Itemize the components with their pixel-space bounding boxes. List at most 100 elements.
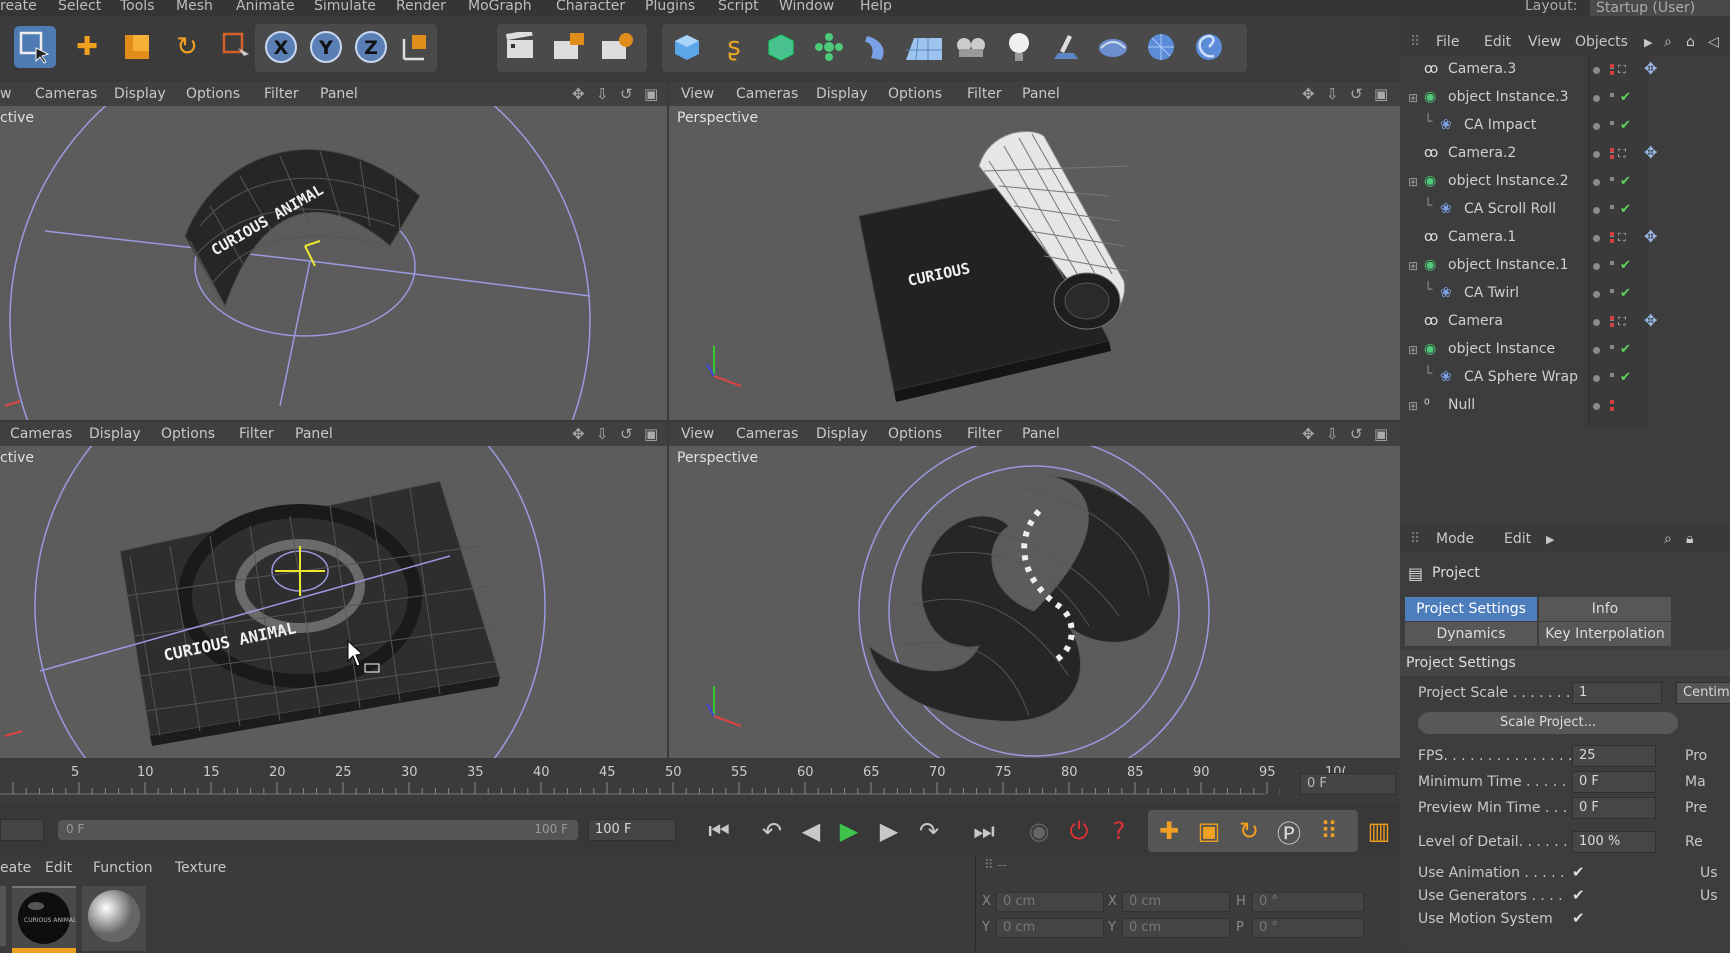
object-name[interactable]: Camera.1 [1448,229,1516,245]
render-flag-icon[interactable] [1610,93,1614,97]
object-name[interactable]: object Instance.2 [1448,173,1569,189]
help-icon[interactable]: ? [1100,812,1138,850]
viewport-menu-panel[interactable]: Panel [1022,86,1060,102]
menu-window[interactable]: Window [779,0,834,14]
object-row[interactable]: ⊞ ⁰ Null [1400,392,1730,420]
viewport-menu-options[interactable]: Options [186,86,240,102]
render-flag-icon[interactable] [1610,373,1614,377]
home-icon[interactable]: ⌂ [1686,34,1695,50]
timeline-ruler[interactable]: 510152025303540455055606570758085909510(… [0,760,1400,804]
pan-view-icon[interactable]: ✥ [1302,425,1315,443]
object-row[interactable]: ꝏ Camera.2 ⛶ ✥ [1400,140,1730,168]
object-name[interactable]: CA Scroll Roll [1464,201,1556,217]
render-picture-viewer-icon[interactable] [548,26,590,68]
viewport-menu-options[interactable]: Options [888,86,942,102]
previous-keyframe-icon[interactable]: ↶ [753,812,791,850]
attr-field-value[interactable]: 25 [1572,745,1656,767]
visibility-dot-icon[interactable] [1593,347,1600,354]
render-flag-off-icon[interactable] [1610,323,1614,327]
key-point-level-icon[interactable]: ⠿ [1310,812,1348,850]
viewport-menu-filter[interactable]: Filter [264,86,299,102]
paint-brush-icon[interactable] [1045,26,1087,68]
render-flag-icon[interactable] [1610,345,1614,349]
object-name[interactable]: Null [1448,397,1475,413]
y-size-field[interactable]: 0 cm [1122,918,1230,938]
render-flag-icon[interactable] [1610,177,1614,181]
menu-select[interactable]: Select [58,0,101,14]
p-rotation-field[interactable]: 0 ° [1252,918,1364,938]
zoom-view-icon[interactable]: ⇩ [1326,425,1339,443]
visibility-dot-icon[interactable] [1593,403,1600,410]
render-flag-icon[interactable] [1610,261,1614,265]
render-flag-off-icon[interactable] [1610,407,1614,411]
current-frame-field[interactable]: 0 F [1300,773,1396,795]
material-swatch-black[interactable]: CURIOUS ANIMAL [12,886,77,953]
render-flag-off-icon[interactable] [1610,239,1614,243]
key-parameter-icon[interactable]: Ⓟ [1270,812,1308,850]
expand-toggle-icon[interactable]: ⊞ [1408,259,1418,273]
visibility-dot-icon[interactable] [1593,151,1600,158]
maximize-view-icon[interactable]: ▣ [1374,425,1388,443]
viewport-menu-view[interactable]: View [681,86,714,102]
viewport-menu-display[interactable]: Display [89,426,141,442]
viewport-menu-filter[interactable]: Filter [239,426,274,442]
object-name[interactable]: Camera [1448,313,1503,329]
select-tool-icon[interactable] [14,26,56,68]
object-name[interactable]: Camera.3 [1448,61,1516,77]
key-scale-icon[interactable]: ▣ [1190,812,1228,850]
viewport-menu-options[interactable]: Options [161,426,215,442]
visibility-dot-icon[interactable] [1593,179,1600,186]
object-row[interactable]: ꝏ Camera.3 ⛶ ✥ [1400,56,1730,84]
enabled-check-icon[interactable]: ✔ [1620,90,1631,105]
render-view-icon[interactable] [500,26,542,68]
viewport-menu-display[interactable]: Display [816,426,868,442]
visibility-dot-icon[interactable] [1593,235,1600,242]
pan-view-icon[interactable]: ✥ [572,425,585,443]
render-flag-off-icon[interactable] [1610,155,1614,159]
zoom-view-icon[interactable]: ⇩ [596,85,609,103]
object-row[interactable]: ⊞ ◉ object Instance.2 ✔ [1400,168,1730,196]
enabled-check-icon[interactable]: ✔ [1620,258,1631,273]
autokey-icon[interactable]: ⏻ [1060,812,1098,850]
render-settings-icon[interactable] [596,26,638,68]
render-flag-icon[interactable] [1610,289,1614,293]
object-name[interactable]: object Instance.1 [1448,257,1569,273]
light-icon[interactable] [998,26,1040,68]
panel-grip-icon[interactable]: ⠿ [1410,34,1420,50]
spline-pen-icon[interactable]: ʂ [713,26,755,68]
camera-tag-icon[interactable]: ✥ [1644,143,1657,162]
cube-icon[interactable] [666,26,708,68]
viewport-menu-options[interactable]: Options [888,426,942,442]
om-menu-view[interactable]: View [1528,34,1561,50]
enabled-check-icon[interactable]: ✔ [1620,342,1631,357]
zoom-view-icon[interactable]: ⇩ [596,425,609,443]
pan-view-icon[interactable]: ✥ [1302,85,1315,103]
panel-grip-icon[interactable]: ⠿ -- [984,858,1007,873]
viewport-menu-filter[interactable]: Filter [967,426,1002,442]
camera-tag-icon[interactable]: ✥ [1644,59,1657,78]
project-scale-field[interactable]: 1 [1572,682,1662,704]
enabled-check-icon[interactable]: ✔ [1620,118,1631,133]
menu-animate[interactable]: Animate [236,0,295,14]
object-row[interactable]: ⊞ ◉ object Instance ✔ [1400,336,1730,364]
maximize-view-icon[interactable]: ▣ [644,425,658,443]
checkbox-checked-icon[interactable]: ✔ [1572,863,1585,881]
object-name[interactable]: CA Sphere Wrap [1464,369,1578,385]
tab-project-settings[interactable]: Project Settings [1405,597,1537,621]
nurbs-icon[interactable] [760,26,802,68]
om-menu-edit[interactable]: Edit [1484,34,1511,50]
expand-toggle-icon[interactable]: ⊞ [1408,91,1418,105]
visibility-dot-icon[interactable] [1593,375,1600,382]
frame-start-stepper[interactable] [0,819,44,841]
object-row[interactable]: ꝏ Camera ⛶ ✥ [1400,308,1730,336]
mat-menu-edit[interactable]: Edit [45,860,72,876]
menu-character[interactable]: Character [556,0,625,14]
target-tag-icon[interactable]: ⛶ [1618,315,1626,329]
expand-toggle-icon[interactable]: ⊞ [1408,343,1418,357]
mat-menu-texture[interactable]: Texture [175,860,226,876]
y-axis-lock-icon[interactable]: Y [305,26,347,68]
expand-toggle-icon[interactable]: ⊞ [1408,399,1418,413]
visibility-dot-icon[interactable] [1593,291,1600,298]
project-scale-unit[interactable]: Centim [1676,682,1730,704]
expand-toggle-icon[interactable]: ⊞ [1408,175,1418,189]
